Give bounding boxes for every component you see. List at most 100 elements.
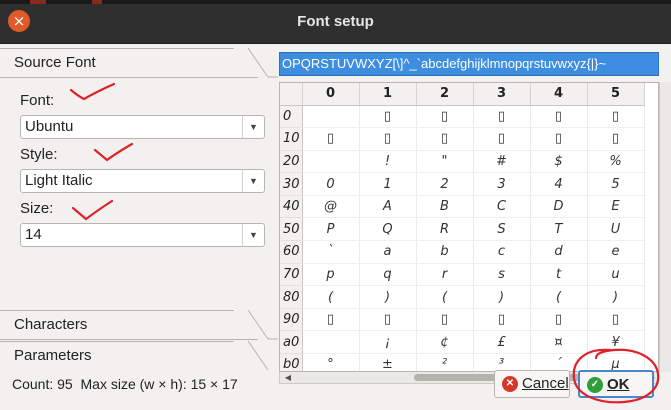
character-cell[interactable]: b	[416, 240, 474, 264]
character-cell[interactable]: ▯	[416, 127, 474, 151]
character-cell[interactable]: ▯	[302, 308, 360, 332]
character-cell[interactable]: `	[302, 240, 360, 264]
character-cell[interactable]: T	[530, 217, 588, 242]
row-header: 80	[280, 285, 303, 309]
source-font-header[interactable]: Source Font	[0, 48, 278, 78]
character-cell[interactable]: U	[587, 217, 645, 242]
character-cell[interactable]: (	[530, 285, 588, 309]
character-cell[interactable]: !	[359, 150, 417, 174]
window-title: Font setup	[297, 13, 374, 30]
character-cell[interactable]: ▯	[530, 308, 588, 332]
character-cell[interactable]	[302, 150, 360, 174]
table-row: 70 p q r s t u	[280, 263, 645, 287]
character-cell[interactable]: A	[359, 195, 417, 219]
character-cell[interactable]: %	[587, 150, 645, 174]
character-cell[interactable]: ▯	[473, 308, 531, 332]
character-cell[interactable]: ▯	[587, 127, 645, 151]
chevron-down-icon[interactable]: ▼	[242, 170, 264, 192]
character-cell[interactable]: B	[416, 195, 474, 219]
character-cell[interactable]: @	[302, 195, 360, 219]
character-cell[interactable]: ▯	[359, 127, 417, 151]
character-cell[interactable]: £	[473, 330, 531, 355]
character-cell[interactable]: r	[416, 263, 474, 287]
character-cell[interactable]: t	[530, 263, 588, 287]
character-cell[interactable]: 0	[302, 172, 360, 196]
character-cell[interactable]: d	[530, 240, 588, 264]
character-cell[interactable]: S	[473, 217, 531, 242]
characters-input[interactable]: OPQRSTUVWXYZ[\]^_`abcdefghijklmnopqrstuv…	[279, 52, 659, 76]
character-cell[interactable]: E	[587, 195, 645, 219]
character-cell[interactable]: c	[473, 240, 531, 264]
parameters-header[interactable]: Parameters	[0, 341, 278, 371]
character-cell[interactable]: P	[302, 217, 360, 242]
character-cell[interactable]: ▯	[416, 105, 474, 129]
character-cell[interactable]: 3	[473, 172, 531, 196]
character-cell[interactable]: ▯	[473, 127, 531, 151]
cancel-button[interactable]: ✕ Cancel	[494, 370, 570, 398]
character-cell[interactable]: )	[587, 285, 645, 309]
style-value: Light Italic	[25, 172, 93, 189]
column-header: 2	[416, 83, 474, 106]
table-row: 0 ▯ ▯ ▯ ▯ ▯	[280, 105, 645, 129]
character-cell[interactable]: ▯	[587, 105, 645, 129]
character-cell[interactable]: ▯	[359, 308, 417, 332]
character-cell[interactable]: #	[473, 150, 531, 174]
character-cell[interactable]: °	[302, 353, 360, 371]
character-cell[interactable]: Q	[359, 217, 417, 242]
grid-header-row: 012345	[280, 83, 645, 106]
character-cell[interactable]: ¢	[416, 330, 474, 355]
font-combobox[interactable]: Ubuntu ▼	[20, 115, 265, 139]
character-cell[interactable]: ▯	[473, 105, 531, 129]
chevron-down-icon[interactable]: ▼	[242, 224, 264, 246]
close-icon[interactable]: ×	[8, 10, 30, 32]
character-cell[interactable]: $	[530, 150, 588, 174]
character-cell[interactable]: )	[473, 285, 531, 309]
character-cell[interactable]: 5	[587, 172, 645, 196]
character-cell[interactable]: s	[473, 263, 531, 287]
size-spinbox[interactable]: 14 ▼	[20, 223, 265, 247]
character-cell[interactable]: ▯	[416, 308, 474, 332]
character-cell[interactable]: u	[587, 263, 645, 287]
character-cell[interactable]: 4	[530, 172, 588, 196]
character-cell[interactable]: )	[359, 285, 417, 309]
character-cell[interactable]	[302, 105, 360, 129]
style-combobox[interactable]: Light Italic ▼	[20, 169, 265, 193]
character-cell[interactable]: ²	[416, 353, 474, 371]
character-cell[interactable]: (	[416, 285, 474, 309]
cancel-label: Cancel	[522, 375, 569, 392]
character-cell[interactable]: ▯	[359, 105, 417, 129]
characters-header[interactable]: Characters	[0, 310, 278, 340]
vertical-scrollbar[interactable]	[659, 82, 671, 372]
character-cell[interactable]: C	[473, 195, 531, 219]
character-cell[interactable]: 2	[416, 172, 474, 196]
table-row: 10 ▯ ▯ ▯ ▯ ▯ ▯	[280, 127, 645, 151]
character-cell[interactable]: "	[416, 150, 474, 174]
character-cell[interactable]	[302, 330, 360, 355]
character-cell[interactable]: R	[416, 217, 474, 242]
character-cell[interactable]: (	[302, 285, 360, 309]
character-cell[interactable]: ▯	[530, 127, 588, 151]
character-cell[interactable]: ▯	[302, 127, 360, 151]
font-label: Font:	[20, 92, 55, 109]
tab-slant	[248, 310, 278, 340]
table-row: 60 ` a b c d e	[280, 240, 645, 264]
character-cell[interactable]: D	[530, 195, 588, 219]
table-row: 90 ▯ ▯ ▯ ▯ ▯ ▯	[280, 308, 645, 332]
scroll-left-icon[interactable]: ◀	[282, 372, 294, 383]
character-cell[interactable]: ▯	[587, 308, 645, 332]
character-cell[interactable]: ±	[359, 353, 417, 371]
font-setup-dialog: Source Font Font: Ubuntu ▼ Style: Light …	[0, 44, 671, 410]
characters-label: Characters	[14, 316, 88, 333]
character-cell[interactable]: ¡	[359, 330, 417, 355]
source-font-label: Source Font	[14, 54, 96, 71]
character-cell[interactable]: q	[359, 263, 417, 287]
character-cell[interactable]: a	[359, 240, 417, 264]
character-cell[interactable]: p	[302, 263, 360, 287]
chevron-down-icon[interactable]: ▼	[242, 116, 264, 138]
character-cell[interactable]: e	[587, 240, 645, 264]
column-header: 4	[530, 83, 588, 106]
character-grid[interactable]: 012345 0 ▯ ▯ ▯ ▯ ▯ 10 ▯ ▯ ▯ ▯ ▯ ▯ 20! " # $% 30 0 1 2 3 4 5 40 @ A…	[279, 82, 659, 372]
character-cell[interactable]: ▯	[530, 105, 588, 129]
character-cell[interactable]: 1	[359, 172, 417, 196]
grid-corner	[280, 83, 303, 106]
